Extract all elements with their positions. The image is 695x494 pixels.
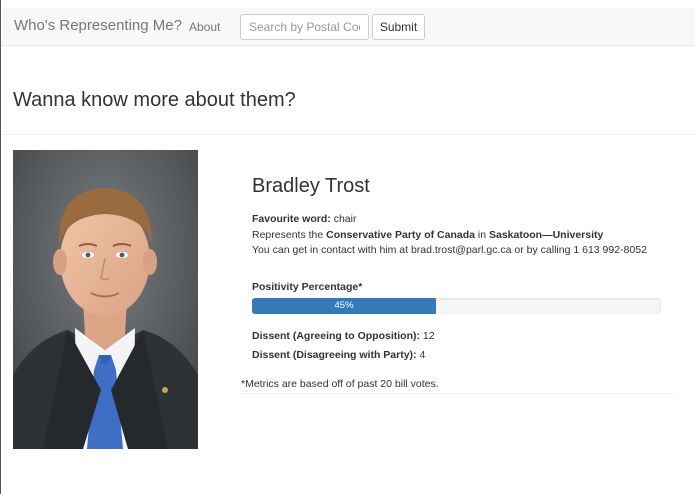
dissent-opposition-label: Dissent (Agreeing to Opposition): bbox=[252, 330, 420, 342]
party-name: Conservative Party of Canada bbox=[326, 229, 475, 241]
representative-name: Bradley Trost bbox=[252, 175, 370, 197]
top-strip bbox=[1, 0, 695, 8]
title-divider bbox=[2, 134, 695, 135]
favourite-word-value: chair bbox=[333, 213, 357, 225]
representative-photo bbox=[13, 150, 198, 449]
page-title: Wanna know more about them? bbox=[13, 89, 296, 111]
dissent-party-label: Dissent (Disagreeing with Party): bbox=[252, 349, 417, 361]
page: Who's Representing Me? About Submit Wann… bbox=[0, 0, 695, 494]
favourite-word-label: Favourite word: bbox=[252, 213, 331, 225]
postal-code-search-input[interactable] bbox=[240, 14, 369, 40]
positivity-progress-bar: 45% bbox=[252, 298, 661, 314]
dissent-party-line: Dissent (Disagreeing with Party): 4 bbox=[252, 349, 425, 361]
riding-name: Saskatoon—University bbox=[488, 229, 604, 241]
metrics-footnote: *Metrics are based off of past 20 bill v… bbox=[241, 378, 439, 390]
brand-link[interactable]: Who's Representing Me? bbox=[14, 17, 182, 34]
footnote-divider bbox=[241, 393, 673, 394]
represents-line: Represents the Conservative Party of Can… bbox=[252, 229, 603, 241]
positivity-label: Positivity Percentage* bbox=[252, 281, 363, 293]
navbar: Who's Representing Me? About Submit bbox=[2, 8, 695, 46]
favourite-word-line: Favourite word: chair bbox=[252, 213, 356, 225]
positivity-progress-fill: 45% bbox=[252, 298, 437, 314]
dissent-opposition-value: 12 bbox=[422, 330, 435, 342]
contact-line: You can get in contact with him at brad.… bbox=[252, 244, 647, 256]
submit-button[interactable]: Submit bbox=[372, 14, 425, 40]
about-link[interactable]: About bbox=[189, 20, 220, 34]
in-word: in bbox=[477, 229, 487, 241]
represents-prefix: Represents the bbox=[252, 229, 324, 241]
dissent-party-value: 4 bbox=[419, 349, 426, 361]
dissent-opposition-line: Dissent (Agreeing to Opposition): 12 bbox=[252, 330, 435, 342]
